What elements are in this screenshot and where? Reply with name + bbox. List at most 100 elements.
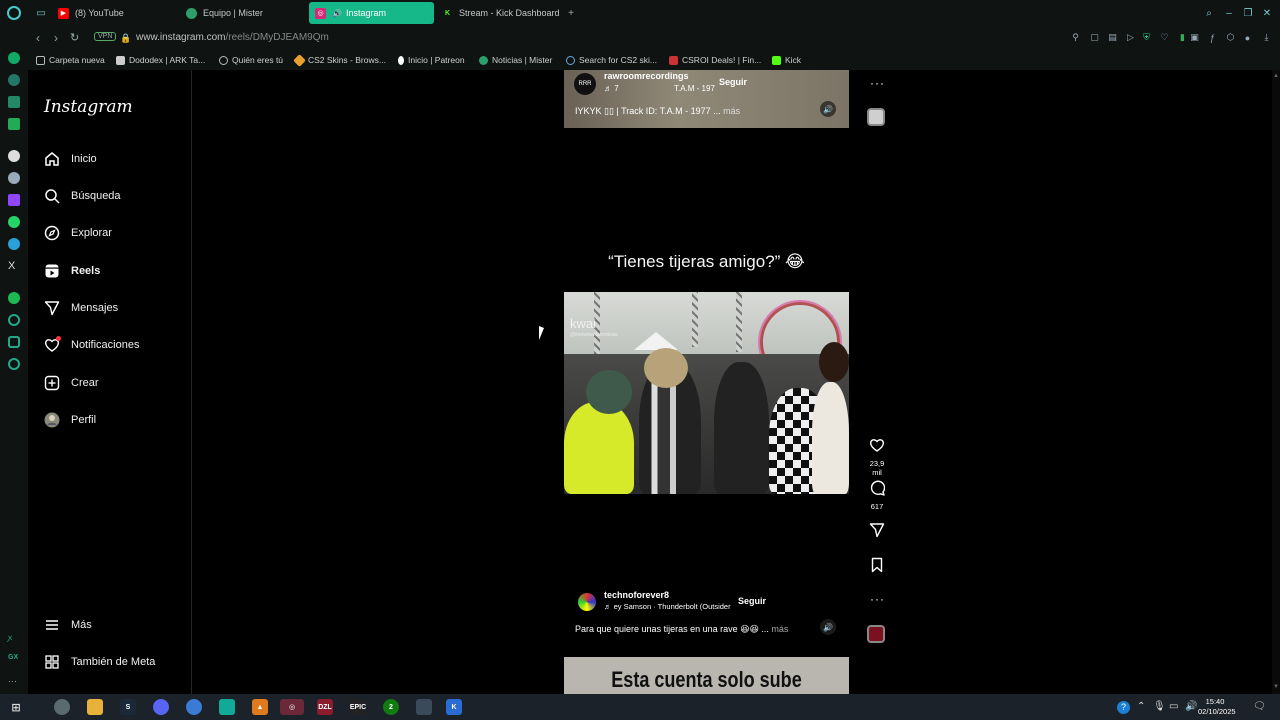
reel-next[interactable]: Esta cuenta solo sube videos	[564, 657, 849, 694]
instagram-logo[interactable]: Instagram	[44, 97, 133, 117]
scroll-down-icon[interactable]: ▼	[1273, 684, 1279, 690]
bookmark-item[interactable]: Inicio | Patreon	[398, 55, 465, 65]
forward-icon[interactable]: ›	[54, 31, 58, 45]
app-icon[interactable]	[54, 699, 70, 715]
screenshot-icon[interactable]: ▢	[1089, 32, 1100, 43]
follow-button[interactable]: Seguir	[719, 77, 747, 87]
adblock-icon[interactable]: ⛨	[1141, 32, 1152, 43]
scroll-up-icon[interactable]: ▲	[1273, 73, 1279, 79]
network-icon[interactable]: ▭	[1169, 701, 1178, 712]
ext-f-icon[interactable]: ƒ	[1207, 32, 1218, 43]
app-orange-icon[interactable]: ▲	[252, 699, 268, 715]
app-icon[interactable]	[416, 699, 432, 715]
tab-workspaces-icon[interactable]: ▭	[34, 6, 48, 20]
whatsapp-icon[interactable]	[8, 216, 20, 228]
microphone-icon[interactable]: 🎙	[1153, 701, 1166, 712]
globe-icon[interactable]	[186, 699, 202, 715]
nav-crear[interactable]: Crear	[44, 375, 99, 391]
file-explorer-icon[interactable]	[87, 699, 103, 715]
help-icon[interactable]: ?	[1117, 701, 1130, 714]
reload-icon[interactable]: ↻	[70, 31, 79, 44]
play-icon[interactable]: ▷	[1125, 32, 1136, 43]
nav-notificaciones[interactable]: Notificaciones	[44, 336, 139, 353]
app-green-icon[interactable]	[219, 699, 235, 715]
pin-icon[interactable]: ⚲	[1070, 32, 1081, 43]
history-icon[interactable]	[8, 314, 20, 326]
comment-button[interactable]: 617	[864, 480, 890, 511]
nav-reels[interactable]: Reels	[44, 263, 100, 279]
restore-icon[interactable]: ❐	[1241, 6, 1255, 20]
nav-perfil[interactable]: Perfil	[44, 412, 96, 428]
bookmark-item[interactable]: Search for CS2 ski...	[566, 55, 657, 65]
reel-username[interactable]: rawroomrecordings	[604, 71, 689, 81]
bookmark-item[interactable]: Kick	[772, 55, 801, 65]
bookmark-item[interactable]: Carpeta nueva	[36, 55, 105, 65]
bookmark-item[interactable]: CSROI Deals! | Fin...	[669, 55, 761, 65]
save-button[interactable]	[864, 557, 890, 577]
bookmark-item[interactable]: Dododex | ARK Ta...	[116, 55, 205, 65]
download-icon[interactable]: ⤓	[1261, 32, 1272, 43]
nav-tambien-de-meta[interactable]: También de Meta	[44, 654, 155, 670]
more-options-icon[interactable]: ···	[870, 592, 885, 606]
discord-icon[interactable]	[153, 699, 169, 715]
tray-chevron-icon[interactable]: ⌃	[1137, 701, 1145, 712]
reel-previous[interactable]: RRR rawroomrecordings ♬ 7 T.A.M - 197 Se…	[564, 70, 849, 128]
speed-dial-icon[interactable]	[8, 52, 20, 64]
volume-icon[interactable]: 🔊	[820, 619, 836, 635]
profile-icon[interactable]: ●	[1242, 32, 1253, 43]
windows-start-icon[interactable]: ⊞	[8, 699, 24, 715]
ext-sk-icon[interactable]: ▣	[1189, 32, 1200, 43]
search-tabs-icon[interactable]: ⌕	[1202, 6, 1216, 20]
page-scrollbar[interactable]: ▲ ▼	[1272, 70, 1280, 694]
avatar[interactable]: RRR	[574, 73, 596, 95]
reel-video[interactable]: kwai @itemsmatfamoticias	[564, 292, 849, 494]
audio-thumbnail[interactable]	[867, 108, 885, 126]
minimize-icon[interactable]: –	[1222, 6, 1236, 20]
opera-gx-taskbar-icon[interactable]: ◎	[280, 699, 304, 715]
volume-icon[interactable]: 🔊	[1185, 701, 1197, 712]
opera-gx-logo[interactable]	[7, 6, 21, 20]
gx-mods-icon[interactable]: GX	[8, 654, 20, 666]
tab-mister[interactable]: Equipo | Mister	[186, 2, 306, 24]
spotify-icon[interactable]	[8, 292, 20, 304]
share-button[interactable]	[864, 522, 890, 542]
nav-mensajes[interactable]: Mensajes	[44, 300, 118, 316]
twitch-icon[interactable]	[8, 194, 20, 206]
bookmark-heart-icon[interactable]: ♡	[1159, 32, 1170, 43]
bookmark-item[interactable]: Noticias | Mister	[479, 55, 552, 65]
back-icon[interactable]: ‹	[36, 31, 40, 45]
more-link[interactable]: más	[723, 106, 740, 116]
reel-audio[interactable]: ♬ ey Samson · Thunderbolt (Outsider	[604, 602, 738, 611]
audio-thumbnail[interactable]	[867, 625, 885, 643]
puzzle-icon[interactable]: ⬡	[1225, 32, 1236, 43]
app-dzl-icon[interactable]: DZL	[317, 699, 333, 715]
telegram-icon[interactable]	[8, 238, 20, 250]
more-link[interactable]: más	[771, 624, 788, 634]
nav-mas[interactable]: Más	[44, 617, 92, 633]
xbox-icon[interactable]: 2	[383, 699, 399, 715]
gx-control-icon[interactable]: ꭗ	[8, 632, 20, 644]
close-icon[interactable]: ✕	[1260, 6, 1274, 20]
nav-explorar[interactable]: Explorar	[44, 225, 112, 241]
avatar[interactable]	[578, 593, 596, 611]
bookmark-item[interactable]: Quién eres tú	[219, 55, 283, 65]
aria-icon[interactable]	[8, 150, 20, 162]
extensions-icon[interactable]	[8, 336, 20, 348]
ai-icon[interactable]	[8, 74, 20, 86]
like-button[interactable]: 23,9 mil	[864, 437, 890, 477]
bookmark-item[interactable]: CS2 Skins - Brows...	[293, 53, 386, 67]
url-field[interactable]: www.instagram.com/reels/DMyDJEAM9Qm	[136, 32, 329, 43]
nav-busqueda[interactable]: Búsqueda	[44, 188, 121, 204]
volume-icon[interactable]: 🔊	[820, 101, 836, 117]
chatgpt-icon[interactable]	[8, 172, 20, 184]
reel-username[interactable]: technoforever8	[604, 590, 669, 600]
gx-corner-icon[interactable]	[8, 118, 20, 130]
wallet-icon[interactable]: ▤	[1107, 32, 1118, 43]
nav-inicio[interactable]: Inicio	[44, 151, 97, 167]
follow-button[interactable]: Seguir	[738, 596, 766, 606]
notifications-icon[interactable]: 🗨	[1253, 701, 1266, 712]
news-icon[interactable]	[8, 96, 20, 108]
epic-games-icon[interactable]: EPIC	[350, 699, 366, 715]
clock[interactable]: 15:40 02/10/2025	[1198, 697, 1236, 717]
more-icon[interactable]: ···	[8, 676, 20, 688]
